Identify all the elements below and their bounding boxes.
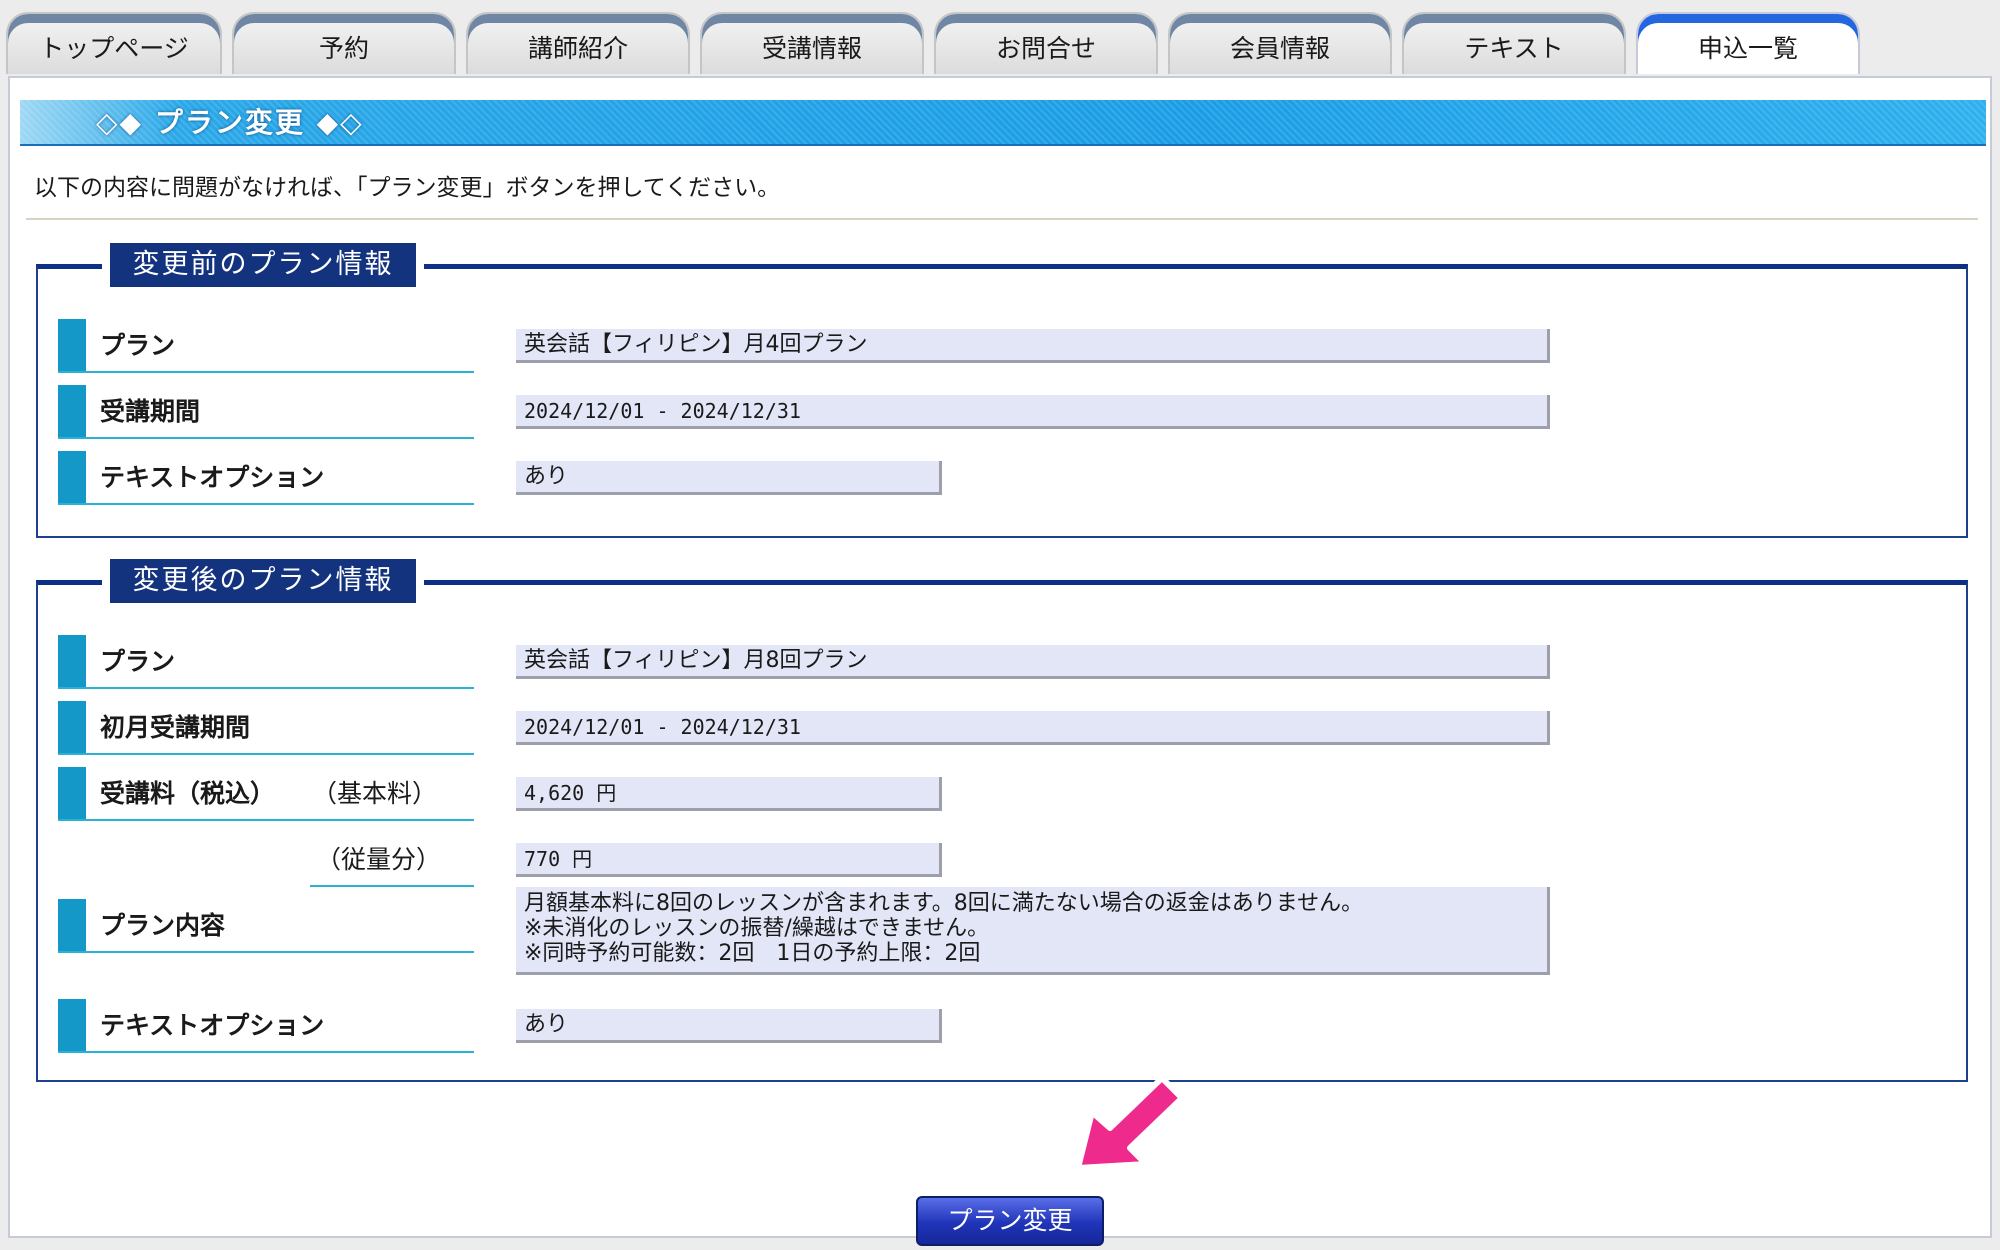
before-plan-section: 変更前のプラン情報 プラン 英会話【フィリピン】月4回プラン 受講期間 2024… [36,243,1968,538]
page-title: ◇◆ プラン変更 ◆◇ [96,106,364,139]
before-plan-value: 英会話【フィリピン】月4回プラン [516,329,1550,363]
plan-content-value: 月額基本料に8回のレッスンが含まれます。8回に満たない場合の返金はありません。 … [516,887,1550,975]
tab-text[interactable]: テキスト [1402,12,1626,74]
after-text-option-value: あり [516,1009,942,1043]
plan-content-line: 月額基本料に8回のレッスンが含まれます。8回に満たない場合の返金はありません。 [524,891,1364,916]
before-plan-legend: 変更前のプラン情報 [110,243,416,287]
tab-lesson-info[interactable]: 受講情報 [700,12,924,74]
before-text-option-value: あり [516,461,942,495]
base-fee-value: 4,620 円 [516,777,942,811]
after-plan-legend: 変更後のプラン情報 [110,559,416,603]
before-text-option-label: テキストオプション [58,451,474,505]
main-nav-tabs: トップページ 予約 講師紹介 受講情報 お問合せ 会員情報 テキスト 申込一覧 [6,12,1996,76]
after-text-option-label: テキストオプション [58,999,474,1053]
after-period-label: 初月受講期間 [58,701,474,755]
tab-contact[interactable]: お問合せ [934,12,1158,74]
tab-teachers[interactable]: 講師紹介 [466,12,690,74]
usage-fee-value: 770 円 [516,843,942,877]
base-fee-label: （基本料） [312,779,438,808]
after-content-label: プラン内容 [58,899,474,953]
pink-pointer-arrow-icon [1075,1075,1185,1171]
tab-top-page[interactable]: トップページ [6,12,222,74]
before-period-label: 受講期間 [58,385,474,439]
page-title-banner: ◇◆ プラン変更 ◆◇ [20,100,1986,146]
after-plan-section: 変更後のプラン情報 プラン 英会話【フィリピン】月8回プラン 初月受講期間 20… [36,559,1968,1082]
usage-fee-label-row: （従量分） [310,833,474,887]
intro-text: 以下の内容に問題がなければ、「プラン変更」ボタンを押してください。 [34,175,781,201]
before-period-value: 2024/12/01 - 2024/12/31 [516,395,1550,429]
change-plan-button[interactable]: プラン変更 [916,1196,1104,1246]
plan-content-line: ※未消化のレッスンの振替/繰越はできません。 [524,916,990,941]
plan-content-line: ※同時予約可能数：2回 1日の予約上限：2回 [524,941,981,966]
tab-reservation[interactable]: 予約 [232,12,456,74]
divider [26,218,1978,220]
content-panel: ◇◆ プラン変更 ◆◇ 以下の内容に問題がなければ、「プラン変更」ボタンを押して… [8,76,1992,1246]
before-plan-label: プラン [58,319,474,373]
tab-applications[interactable]: 申込一覧 [1636,12,1860,74]
after-plan-value: 英会話【フィリピン】月8回プラン [516,645,1550,679]
usage-fee-label: （従量分） [316,845,442,874]
tab-member-info[interactable]: 会員情報 [1168,12,1392,74]
after-plan-label: プラン [58,635,474,689]
after-period-value: 2024/12/01 - 2024/12/31 [516,711,1550,745]
after-fee-label: 受講料（税込） （基本料） [58,767,474,821]
